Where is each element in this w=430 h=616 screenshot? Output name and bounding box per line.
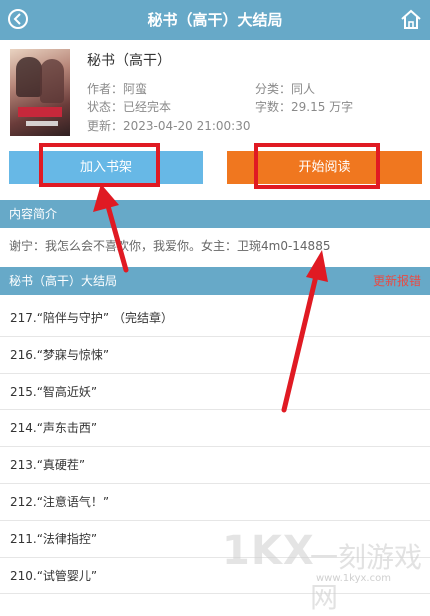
chapter-item[interactable]: 212.“注意语气！” — [0, 484, 430, 521]
chapter-item[interactable]: 215.“智高近妖” — [0, 374, 430, 411]
chapter-item[interactable]: 217.“陪伴与守护” （完结章） — [0, 300, 430, 337]
chapter-item[interactable]: 211.“法律指控” — [0, 521, 430, 558]
word-count-row: 字数：29.15 万字 — [255, 98, 353, 115]
chapter-item[interactable]: 210.“试管婴儿” — [0, 558, 430, 595]
author-label: 作者： — [87, 82, 124, 96]
words-value: 29.15 万字 — [291, 100, 354, 114]
intro-heading: 内容简介 — [0, 200, 430, 228]
chapter-item[interactable]: 214.“声东击西” — [0, 410, 430, 448]
chapter-item[interactable]: 213.“真硬茬” — [0, 447, 430, 484]
chapter-item[interactable]: 216.“梦寐与惊悚” — [0, 337, 430, 374]
home-icon[interactable] — [400, 8, 422, 30]
updated-label: 更新： — [87, 119, 124, 133]
status-value: 已经完本 — [123, 100, 172, 114]
cover-figure — [40, 59, 64, 103]
intro-text: 谢宁：我怎么会不喜欢你，我爱你。女主：卫琬4m0-14885 — [9, 239, 331, 253]
annotation-box-shelf — [39, 143, 160, 187]
cover-title-band — [18, 107, 62, 117]
chapter-list-header: 秘书（高干）大结局 更新报错 — [0, 267, 430, 295]
book-title: 秘书（高干） — [87, 53, 171, 69]
status-label: 状态： — [87, 100, 124, 114]
report-error-link[interactable]: 更新报错 — [373, 267, 421, 295]
category-value: 同人 — [291, 82, 316, 96]
author-row: 作者：阿蛮 — [87, 80, 147, 97]
chapter-list: 217.“陪伴与守护” （完结章） 216.“梦寐与惊悚” 215.“智高近妖”… — [0, 300, 430, 595]
chapter-list-title: 秘书（高干）大结局 — [9, 274, 118, 288]
cover-figure — [16, 57, 42, 97]
status-row: 状态：已经完本 — [87, 98, 171, 115]
annotation-box-read — [254, 143, 380, 189]
updated-value: 2023-04-20 21:00:30 — [123, 119, 251, 133]
cover-subtitle-band — [26, 121, 58, 126]
updated-row: 更新：2023-04-20 21:00:30 — [87, 117, 250, 134]
category-row: 分类：同人 — [255, 80, 315, 97]
page-title: 秘书（高干）大结局 — [147, 11, 283, 29]
words-label: 字数： — [255, 100, 292, 114]
top-bar: 秘书（高干）大结局 — [0, 0, 430, 40]
book-cover[interactable] — [10, 49, 70, 136]
author-value: 阿蛮 — [123, 82, 148, 96]
category-label: 分类： — [255, 82, 292, 96]
